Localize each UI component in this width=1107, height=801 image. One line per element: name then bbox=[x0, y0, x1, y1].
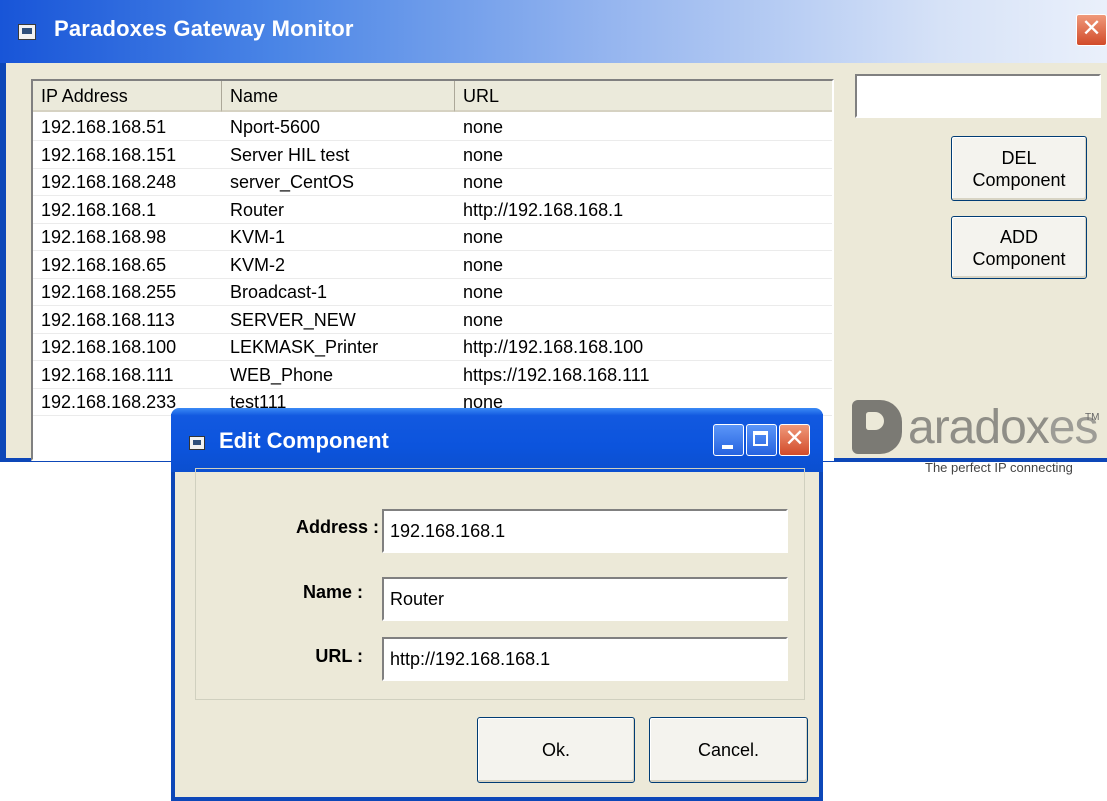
table-cell-url: http://192.168.168.100 bbox=[463, 337, 644, 357]
list-header: IP Address Name URL bbox=[33, 81, 832, 114]
table-cell-ip: 192.168.168.111 bbox=[41, 365, 174, 385]
logo-tagline: The perfect IP connecting bbox=[925, 460, 1073, 475]
add-button-label-line1: ADD bbox=[999, 226, 1038, 247]
main-window: Paradoxes Gateway Monitor ✕ IP Address N… bbox=[0, 0, 1107, 475]
table-row[interactable]: 192.168.168.248 server_CentOS none bbox=[33, 169, 832, 196]
cancel-button[interactable]: Cancel. bbox=[649, 717, 808, 783]
table-cell-ip: 192.168.168.65 bbox=[41, 255, 167, 275]
ok-button[interactable]: Ok. bbox=[477, 717, 635, 783]
table-cell-url: none bbox=[463, 310, 504, 330]
url-label: URL : bbox=[315, 646, 363, 666]
name-label: Name : bbox=[302, 582, 363, 602]
table-cell-url: none bbox=[463, 172, 504, 192]
window-app-icon[interactable] bbox=[18, 24, 36, 40]
column-header-ip[interactable]: IP Address bbox=[33, 81, 222, 112]
column-header-name[interactable]: Name bbox=[222, 81, 455, 112]
paradoxes-logo: aradoxes TM The perfect IP connecting bbox=[850, 400, 1105, 480]
table-row[interactable]: 192.168.168.113 SERVER_NEW none bbox=[33, 307, 832, 334]
dialog-titlebar[interactable]: Edit Component ✕ bbox=[171, 408, 823, 472]
table-cell-ip: 192.168.168.1 bbox=[41, 200, 157, 220]
logo-brand-end: es bbox=[1048, 401, 1099, 454]
filter-input[interactable] bbox=[855, 74, 1101, 118]
del-component-button[interactable]: DEL Component bbox=[951, 136, 1087, 201]
paradoxes-logo-mark bbox=[852, 400, 902, 454]
table-cell-name: Server HIL test bbox=[230, 145, 350, 165]
table-cell-name: Nport-5600 bbox=[230, 117, 321, 137]
table-row[interactable]: 192.168.168.1 Router http://192.168.168.1 bbox=[33, 197, 832, 224]
minimize-icon[interactable] bbox=[713, 424, 744, 456]
table-cell-url: none bbox=[463, 282, 504, 302]
table-cell-ip: 192.168.168.151 bbox=[41, 145, 177, 165]
table-cell-name: WEB_Phone bbox=[230, 365, 334, 385]
dialog-title: Edit Component bbox=[219, 428, 389, 453]
table-row[interactable]: 192.168.168.51 Nport-5600 none bbox=[33, 114, 832, 141]
main-window-title: Paradoxes Gateway Monitor bbox=[54, 16, 354, 41]
maximize-icon[interactable] bbox=[746, 424, 777, 456]
add-component-button[interactable]: ADD Component bbox=[951, 216, 1087, 279]
url-field[interactable] bbox=[382, 637, 788, 681]
table-cell-url: http://192.168.168.1 bbox=[463, 200, 624, 220]
table-cell-url: none bbox=[463, 255, 504, 275]
table-cell-ip: 192.168.168.51 bbox=[41, 117, 167, 137]
table-row[interactable]: 192.168.168.100 LEKMASK_Printer http://192… bbox=[33, 334, 832, 361]
dialog-app-icon[interactable] bbox=[189, 436, 205, 450]
table-cell-name: KVM-1 bbox=[230, 227, 286, 247]
name-field[interactable] bbox=[382, 577, 788, 621]
logo-brand-main: aradox bbox=[908, 401, 1050, 454]
table-row[interactable]: 192.168.168.151 Server HIL test none bbox=[33, 142, 832, 169]
edit-component-dialog: Edit Component ✕ Address : Name : URL : … bbox=[171, 408, 823, 801]
column-header-url[interactable]: URL bbox=[455, 81, 832, 112]
paradoxes-logo-text: aradoxes bbox=[908, 401, 1099, 454]
table-row[interactable]: 192.168.168.255 Broadcast-1 none bbox=[33, 279, 832, 306]
table-cell-name: Broadcast-1 bbox=[230, 282, 328, 302]
add-button-label-line2: Component bbox=[972, 248, 1066, 269]
table-cell-name: server_CentOS bbox=[230, 172, 355, 192]
table-cell-ip: 192.168.168.100 bbox=[41, 337, 177, 357]
logo-trademark: TM bbox=[1085, 412, 1100, 423]
table-cell-url: none bbox=[463, 227, 504, 247]
address-label: Address : bbox=[295, 517, 379, 537]
table-cell-url: none bbox=[463, 145, 504, 165]
table-cell-ip: 192.168.168.248 bbox=[41, 172, 177, 192]
table-cell-ip: 192.168.168.113 bbox=[41, 310, 175, 330]
table-row[interactable]: 192.168.168.111 WEB_Phone https://192.168.… bbox=[33, 362, 832, 389]
table-cell-ip: 192.168.168.98 bbox=[41, 227, 167, 247]
table-row[interactable]: 192.168.168.65 KVM-2 none bbox=[33, 252, 832, 279]
table-cell-name: LEKMASK_Printer bbox=[230, 337, 379, 357]
table-cell-name: Router bbox=[230, 200, 285, 220]
del-button-label-line2: Component bbox=[972, 169, 1066, 190]
table-cell-name: KVM-2 bbox=[230, 255, 286, 275]
del-button-label-line1: DEL bbox=[1001, 147, 1037, 168]
components-list[interactable]: IP Address Name URL 192.168.168.51 Nport-… bbox=[31, 79, 834, 461]
main-titlebar[interactable]: Paradoxes Gateway Monitor ✕ bbox=[0, 0, 1107, 63]
table-cell-url: none bbox=[463, 117, 504, 137]
table-cell-name: SERVER_NEW bbox=[230, 310, 356, 330]
dialog-close-icon[interactable]: ✕ bbox=[779, 424, 810, 456]
table-cell-url: https://192.168.168.111 bbox=[463, 365, 650, 385]
table-row[interactable]: 192.168.168.98 KVM-1 none bbox=[33, 224, 832, 251]
address-field[interactable] bbox=[382, 509, 788, 553]
table-cell-ip: 192.168.168.255 bbox=[41, 282, 177, 302]
main-close-icon[interactable]: ✕ bbox=[1076, 14, 1107, 46]
